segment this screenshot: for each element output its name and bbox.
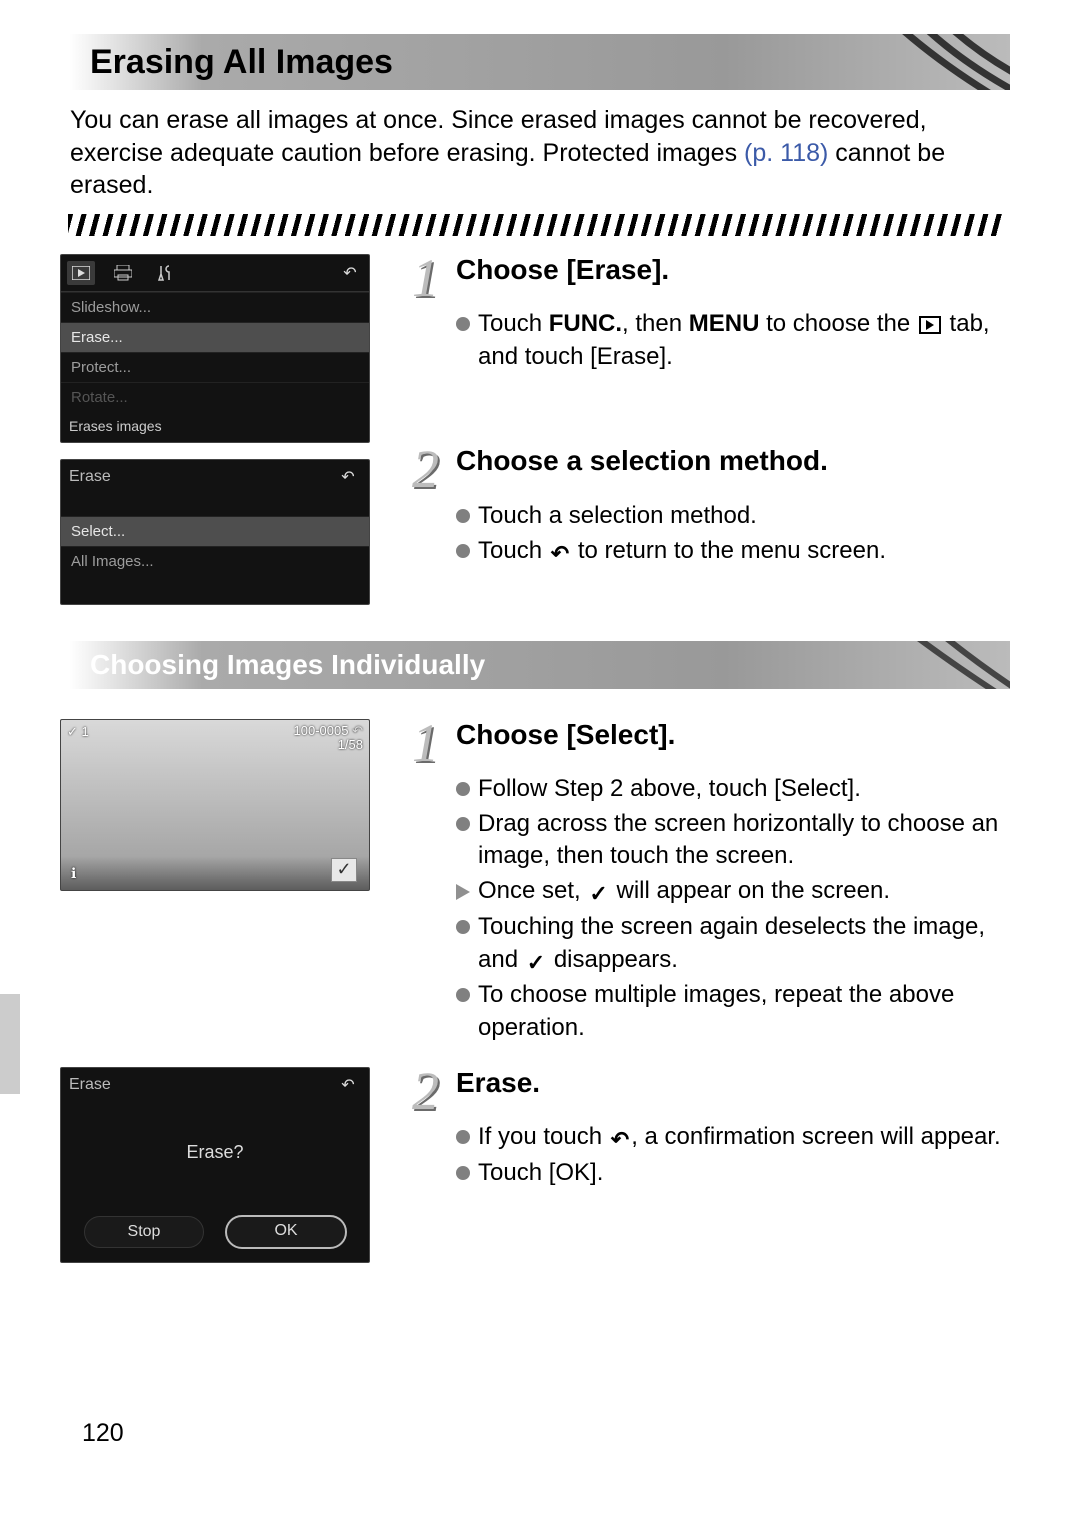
bullet-text: Touching the screen again deselects the … [478,911,1010,978]
intro-text: You can erase all images at once. Since … [70,104,1000,202]
bullet-text: Once set, ✓ will appear on the screen. [478,875,1010,909]
menu-item[interactable]: All Images... [61,546,369,576]
bullet-icon [456,988,470,1002]
bullet-text: To choose multiple images, repeat the ab… [478,979,1010,1044]
step-title: Choose [Erase]. [456,254,669,286]
lcd-menu-erase-list: ↶ Slideshow... Erase... Protect... Rotat… [60,254,370,443]
step-number: 1 [412,254,448,303]
section-title: Erasing All Images [90,43,393,82]
back-icon[interactable]: ↶ [337,262,363,284]
tools-tab-icon[interactable] [151,261,179,285]
lcd-image-select: ✓ 1 100-0005 ↶ 1/58 ℹ︎ ✓ [60,719,370,891]
header-swirl-icon [880,641,980,689]
step-title: Erase. [456,1067,540,1099]
bullet-text: Touch FUNC., then MENU to choose the tab… [478,308,1010,373]
bullet-icon [456,317,470,331]
step-title: Choose a selection method. [456,445,828,477]
playback-tab-icon[interactable] [67,261,95,285]
return-icon: ↶ [551,539,569,569]
menu-hint: Erases images [61,412,369,442]
menu-item[interactable]: Slideshow... [61,292,369,322]
stop-button[interactable]: Stop [84,1216,204,1248]
playback-box-icon [919,316,941,334]
menu-item-disabled: Rotate... [61,382,369,412]
page-number: 120 [60,1419,1010,1448]
section-header-choosing: Choosing Images Individually [60,641,1010,689]
info-badge-icon: ℹ︎ [71,865,76,882]
step-number: 2 [412,445,448,494]
return-icon: ↶ [611,1125,629,1155]
menu-item[interactable]: Protect... [61,352,369,382]
step-number: 1 [412,719,448,768]
confirm-question: Erase? [186,1142,243,1163]
bullet-text: Touch a selection method. [478,500,1010,533]
bullet-icon [456,817,470,831]
bullet-text: Follow Step 2 above, touch [Select]. [478,773,1010,806]
page-ref-link[interactable]: (p. 118) [744,139,828,167]
step-number: 2 [412,1067,448,1116]
print-tab-icon[interactable] [109,261,137,285]
bullet-text: If you touch ↶, a confirmation screen wi… [478,1121,1010,1155]
bullet-icon [456,1130,470,1144]
lcd-erase-options: Erase ↶ Select... All Images... [60,459,370,605]
section-header-erasing: Erasing All Images [60,34,1010,90]
back-icon[interactable]: ↶ [352,723,363,738]
select-count: ✓ 1 [67,724,89,753]
hatch-divider [68,214,1002,236]
bullet-icon [456,1166,470,1180]
lcd-confirm: Erase ↶ Erase? Stop OK [60,1067,370,1263]
menu-item-selected[interactable]: Erase... [61,322,369,352]
back-icon[interactable]: ↶ [335,466,361,488]
result-bullet-icon [456,884,470,900]
back-icon[interactable]: ↶ [335,1074,361,1096]
header-swirl-icon [880,34,980,90]
bullet-text: Touch ↶ to return to the menu screen. [478,535,1010,569]
func-label: FUNC. [549,310,622,337]
menu-item-selected[interactable]: Select... [61,516,369,546]
ok-button[interactable]: OK [226,1216,346,1248]
check-icon: ✓ [589,879,607,909]
bullet-text: Drag across the screen horizontally to c… [478,808,1010,873]
check-icon: ✓ [527,948,545,978]
bullet-icon [456,544,470,558]
bullet-text: Touch [OK]. [478,1157,1010,1190]
menu-label: MENU [689,310,760,337]
image-index: 1/58 [338,737,363,752]
bullet-icon [456,782,470,796]
side-tab [0,994,20,1094]
step-title: Choose [Select]. [456,719,675,751]
bullet-icon [456,920,470,934]
lcd-heading: Erase [69,468,111,486]
file-number: 100-0005 [294,723,349,738]
lcd-heading: Erase [69,1076,111,1094]
bullet-icon [456,509,470,523]
section-title: Choosing Images Individually [90,649,485,681]
checkbox-icon[interactable]: ✓ [331,858,357,882]
